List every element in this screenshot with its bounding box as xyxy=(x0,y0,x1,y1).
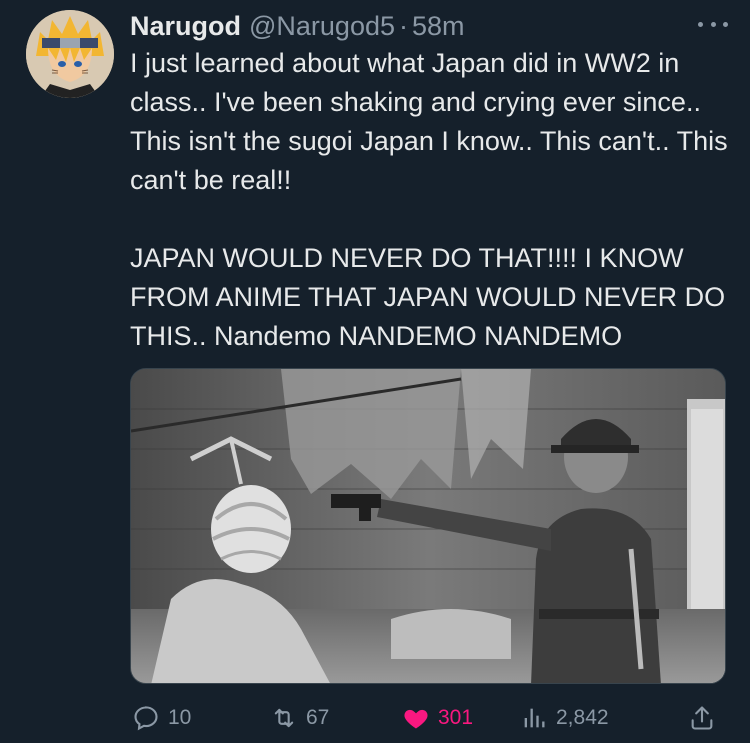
share-icon xyxy=(691,706,713,730)
tweet-actions: 10 67 301 2,842 xyxy=(130,700,726,736)
heart-icon xyxy=(404,709,428,729)
handle[interactable]: @Narugod5 xyxy=(249,11,395,42)
tweet-text: I just learned about what Japan did in W… xyxy=(130,44,730,356)
tweet: Narugod @Narugod5 · 58m I just learned a… xyxy=(0,0,750,743)
like-count: 301 xyxy=(438,706,474,729)
retweet-count: 67 xyxy=(306,706,330,729)
timestamp[interactable]: 58m xyxy=(412,11,465,42)
more-dot xyxy=(698,21,703,27)
separator: · xyxy=(399,10,408,41)
like-button[interactable]: 301 xyxy=(402,700,473,736)
tweet-photo[interactable] xyxy=(130,368,726,684)
views-icon xyxy=(524,708,545,728)
display-name[interactable]: Narugod xyxy=(130,11,241,42)
avatar[interactable] xyxy=(26,10,114,98)
photo-illustration xyxy=(131,369,725,683)
views-count: 2,842 xyxy=(556,706,609,729)
retweet-icon xyxy=(274,708,294,728)
tweet-paragraph: I just learned about what Japan did in W… xyxy=(130,48,728,195)
more-dot xyxy=(723,21,728,27)
share-button[interactable] xyxy=(688,700,724,736)
more-icon[interactable] xyxy=(698,12,728,36)
anime-avatar-icon xyxy=(26,10,114,98)
reply-count: 10 xyxy=(168,706,192,729)
reply-icon xyxy=(134,706,158,731)
more-dot xyxy=(710,21,716,27)
tweet-paragraph: JAPAN WOULD NEVER DO THAT!!!! I KNOW FRO… xyxy=(130,243,726,351)
tweet-header: Narugod @Narugod5 · 58m xyxy=(130,8,465,44)
reply-button[interactable]: 10 xyxy=(132,700,191,736)
views-button[interactable]: 2,842 xyxy=(520,700,609,736)
retweet-button[interactable]: 67 xyxy=(270,700,329,736)
